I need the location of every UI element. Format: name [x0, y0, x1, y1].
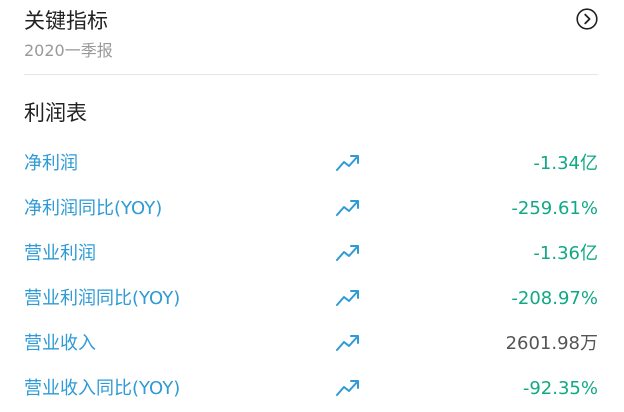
- metric-label[interactable]: 营业利润同比(YOY): [24, 285, 180, 313]
- metric-value: -1.34亿: [533, 153, 598, 174]
- trend-up-icon[interactable]: [336, 198, 360, 218]
- metric-value: -1.36亿: [533, 243, 598, 264]
- metrics-list: 净利润 -1.34亿 净利润同比(YOY) -259.61% 营业利润 -1.3…: [24, 142, 598, 412]
- trend-up-icon[interactable]: [336, 333, 360, 353]
- report-period: 2020一季报: [24, 41, 113, 60]
- metric-row-net-profit-yoy[interactable]: 净利润同比(YOY) -259.61%: [24, 187, 598, 232]
- metric-label[interactable]: 净利润: [24, 150, 78, 178]
- page-title: 关键指标: [24, 9, 108, 33]
- metric-label[interactable]: 营业收入: [24, 330, 96, 358]
- trend-up-icon[interactable]: [336, 153, 360, 173]
- metric-label[interactable]: 营业收入同比(YOY): [24, 375, 180, 403]
- trend-up-icon[interactable]: [336, 243, 360, 263]
- metric-row-revenue[interactable]: 营业收入 2601.98万: [24, 322, 598, 367]
- divider: [24, 74, 598, 75]
- metric-row-operating-profit[interactable]: 营业利润 -1.36亿: [24, 232, 598, 277]
- metric-value: -259.61%: [511, 198, 598, 219]
- header: 关键指标 2020一季报: [24, 6, 598, 74]
- chevron-right-circle-icon[interactable]: [576, 8, 598, 30]
- metric-value: 2601.98万: [505, 333, 598, 354]
- metric-value: -92.35%: [522, 378, 598, 399]
- section-title: 利润表: [24, 101, 87, 125]
- metric-row-net-profit[interactable]: 净利润 -1.34亿: [24, 142, 598, 187]
- metric-value: -208.97%: [511, 288, 598, 309]
- metric-row-revenue-yoy[interactable]: 营业收入同比(YOY) -92.35%: [24, 367, 598, 412]
- trend-up-icon[interactable]: [336, 378, 360, 398]
- trend-up-icon[interactable]: [336, 288, 360, 308]
- metric-row-operating-profit-yoy[interactable]: 营业利润同比(YOY) -208.97%: [24, 277, 598, 322]
- metric-label[interactable]: 营业利润: [24, 240, 96, 268]
- metric-label[interactable]: 净利润同比(YOY): [24, 195, 162, 223]
